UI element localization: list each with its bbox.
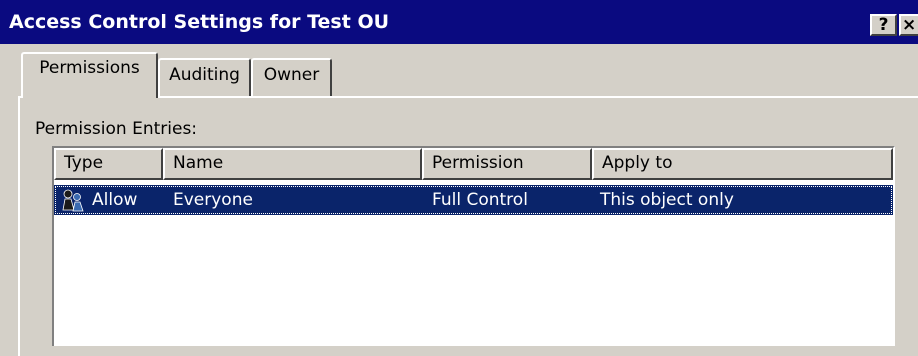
tab-owner-label: Owner [263, 65, 320, 85]
tab-auditing[interactable]: Auditing [158, 58, 251, 98]
tab-auditing-label: Auditing [169, 65, 240, 85]
close-button[interactable]: × [899, 14, 918, 36]
window-title: Access Control Settings for Test OU [9, 11, 390, 33]
tab-permissions-label: Permissions [39, 58, 140, 78]
tab-owner[interactable]: Owner [251, 58, 332, 98]
title-bar[interactable]: Access Control Settings for Test OU ? × [0, 0, 918, 44]
help-button[interactable]: ? [870, 14, 897, 36]
tab-panel [18, 96, 918, 356]
tab-permissions[interactable]: Permissions [21, 52, 158, 98]
